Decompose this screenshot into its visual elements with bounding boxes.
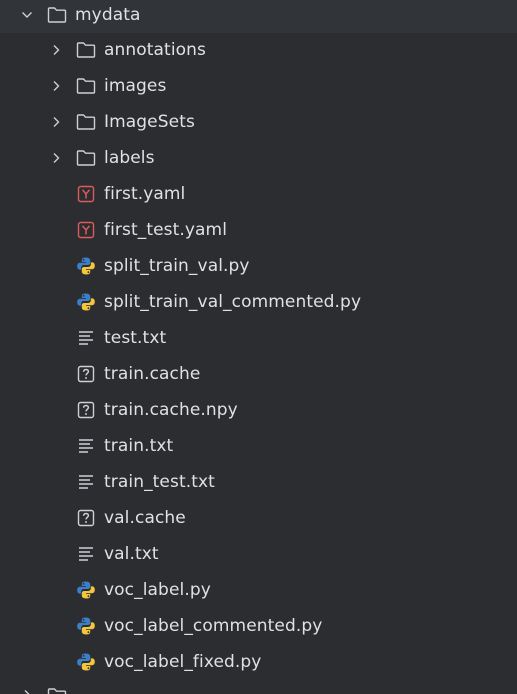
tree-item-label: voc_label_fixed.py [104, 652, 262, 672]
folder-icon [47, 686, 67, 694]
python-icon [76, 616, 96, 636]
tree-item-label: val.txt [104, 544, 159, 564]
tree-item-images[interactable]: images [0, 68, 517, 104]
tree-item-label: voc_label_commented.py [104, 616, 323, 636]
folder-icon [47, 5, 67, 25]
python-icon [76, 652, 96, 672]
chevron-right-icon[interactable] [19, 687, 35, 694]
text-file-icon [76, 436, 96, 456]
folder-icon [76, 148, 96, 168]
tree-item-partial[interactable] [0, 680, 517, 694]
unknown-file-icon [76, 508, 96, 528]
folder-icon [76, 40, 96, 60]
tree-item-train-txt[interactable]: train.txt [0, 428, 517, 464]
unknown-file-icon [76, 400, 96, 420]
yaml-icon [76, 220, 96, 240]
tree-item-label: train.cache.npy [104, 400, 238, 420]
folder-icon [76, 76, 96, 96]
project-tree: mydata annotations images ImageSets labe… [0, 0, 517, 694]
tree-item-split-train-val-py[interactable]: split_train_val.py [0, 248, 517, 284]
chevron-right-icon[interactable] [48, 42, 64, 58]
tree-item-label: images [104, 76, 167, 96]
tree-item-label: annotations [104, 40, 206, 60]
folder-icon [76, 112, 96, 132]
tree-item-imagesets[interactable]: ImageSets [0, 104, 517, 140]
tree-item-label: first_test.yaml [104, 220, 228, 240]
python-icon [76, 256, 96, 276]
chevron-right-icon[interactable] [48, 114, 64, 130]
tree-item-voc-label-commented-py[interactable]: voc_label_commented.py [0, 608, 517, 644]
tree-item-label: split_train_val.py [104, 256, 250, 276]
chevron-down-icon[interactable] [19, 7, 35, 23]
tree-item-train-cache-npy[interactable]: train.cache.npy [0, 392, 517, 428]
unknown-file-icon [76, 364, 96, 384]
tree-item-label: train.cache [104, 364, 201, 384]
tree-item-label: labels [104, 148, 155, 168]
python-icon [76, 580, 96, 600]
tree-item-label: voc_label.py [104, 580, 211, 600]
tree-item-label: train_test.txt [104, 472, 215, 492]
tree-item-label: ImageSets [104, 112, 195, 132]
tree-item-annotations[interactable]: annotations [0, 32, 517, 68]
tree-item-voc-label-fixed-py[interactable]: voc_label_fixed.py [0, 644, 517, 680]
yaml-icon [76, 184, 96, 204]
chevron-right-icon[interactable] [48, 150, 64, 166]
tree-item-label: first.yaml [104, 184, 186, 204]
tree-item-label: test.txt [104, 328, 167, 348]
tree-item-train-test-txt[interactable]: train_test.txt [0, 464, 517, 500]
tree-item-first-yaml[interactable]: first.yaml [0, 176, 517, 212]
tree-item-labels[interactable]: labels [0, 140, 517, 176]
tree-item-voc-label-py[interactable]: voc_label.py [0, 572, 517, 608]
text-file-icon [76, 472, 96, 492]
tree-item-first-test-yaml[interactable]: first_test.yaml [0, 212, 517, 248]
python-icon [76, 292, 96, 312]
tree-item-train-cache[interactable]: train.cache [0, 356, 517, 392]
tree-item-test-txt[interactable]: test.txt [0, 320, 517, 356]
chevron-right-icon[interactable] [48, 78, 64, 94]
tree-item-split-train-val-commented-py[interactable]: split_train_val_commented.py [0, 284, 517, 320]
tree-item-mydata[interactable]: mydata [0, 0, 517, 33]
text-file-icon [76, 328, 96, 348]
tree-item-label: mydata [75, 5, 141, 25]
tree-item-label: val.cache [104, 508, 186, 528]
tree-item-label: split_train_val_commented.py [104, 292, 362, 312]
tree-item-label: train.txt [104, 436, 174, 456]
tree-item-val-txt[interactable]: val.txt [0, 536, 517, 572]
text-file-icon [76, 544, 96, 564]
tree-item-val-cache[interactable]: val.cache [0, 500, 517, 536]
